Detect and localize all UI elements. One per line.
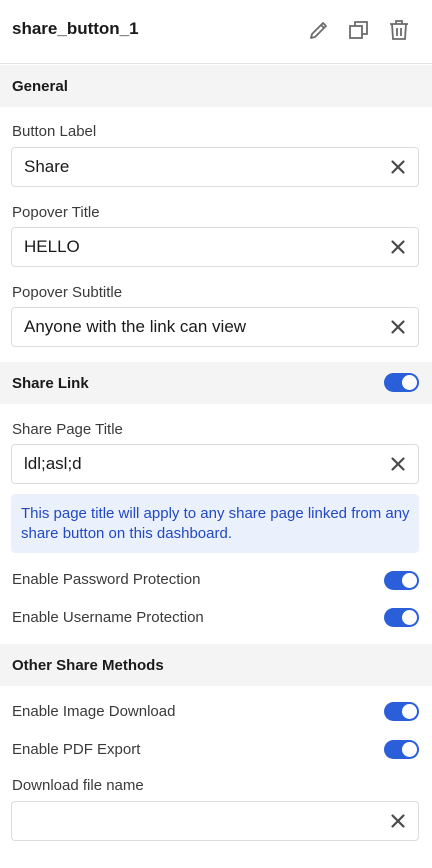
image-download-toggle[interactable] [384,702,419,721]
clear-icon[interactable] [388,317,408,337]
toggle-knob [402,704,417,719]
popover-subtitle-field-wrap [11,307,419,347]
component-name: share_button_1 [12,19,139,38]
clear-icon[interactable] [388,237,408,257]
section-general: General [0,65,432,107]
username-protection-label: Enable Username Protection [12,609,204,626]
pdf-export-toggle[interactable] [384,740,419,759]
section-other-share-methods: Other Share Methods [0,644,432,686]
share-page-title-input[interactable] [12,445,382,483]
popover-subtitle-label: Popover Subtitle [12,284,123,301]
section-general-label: General [12,78,68,95]
section-share-link-label: Share Link [12,375,89,392]
download-file-name-label: Download file name [12,777,144,794]
duplicate-icon[interactable] [347,18,371,42]
download-file-name-field-wrap [11,801,419,841]
clear-icon[interactable] [388,157,408,177]
clear-icon[interactable] [388,454,408,474]
password-protection-toggle[interactable] [384,571,419,590]
clear-icon[interactable] [388,811,408,831]
share-link-toggle[interactable] [384,373,419,392]
pdf-export-label: Enable PDF Export [12,741,141,758]
username-protection-toggle[interactable] [384,608,419,627]
download-file-name-input[interactable] [12,802,382,840]
button-label-label: Button Label [12,123,97,140]
section-share-link: Share Link [0,362,432,404]
share-page-info-box: This page title will apply to any share … [11,494,419,553]
toggle-knob [402,375,417,390]
share-page-title-label: Share Page Title [12,421,123,438]
toggle-knob [402,742,417,757]
pencil-icon[interactable] [307,18,331,42]
share-page-title-field-wrap [11,444,419,484]
popover-subtitle-input[interactable] [12,308,382,346]
section-other-label: Other Share Methods [12,657,164,674]
trash-icon[interactable] [387,18,411,42]
popover-title-input[interactable] [12,228,382,266]
password-protection-label: Enable Password Protection [12,571,201,588]
toggle-knob [402,573,417,588]
button-label-field-wrap [11,147,419,187]
toggle-knob [402,610,417,625]
popover-title-field-wrap [11,227,419,267]
panel-header: share_button_1 [0,0,432,64]
image-download-label: Enable Image Download [12,703,176,720]
info-text: This page title will apply to any share … [21,505,410,542]
popover-title-label: Popover Title [12,204,100,221]
button-label-input[interactable] [12,148,382,186]
